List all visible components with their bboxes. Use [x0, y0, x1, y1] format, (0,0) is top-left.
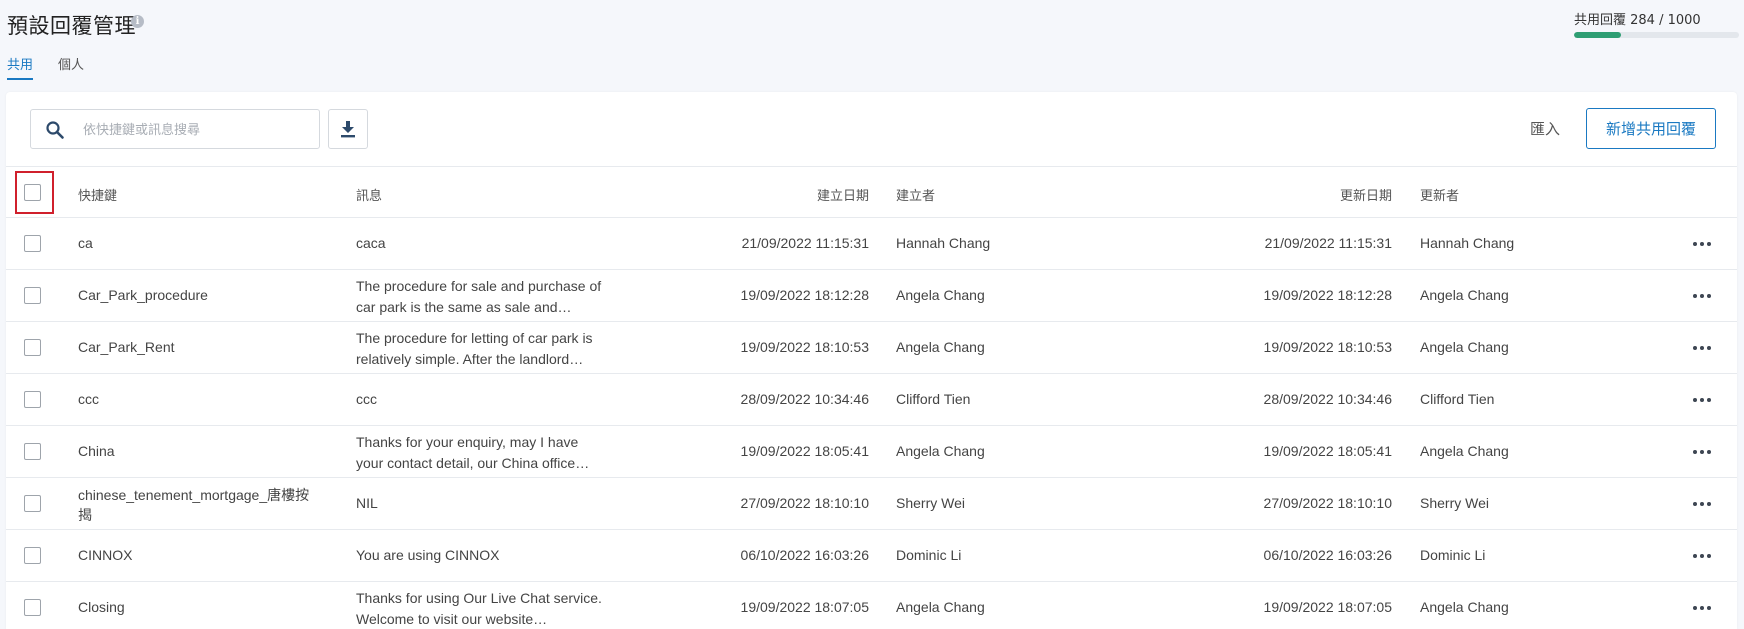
row-message: The procedure for letting of car park is… — [356, 330, 593, 367]
row-updater: Angela Chang — [1420, 287, 1509, 303]
row-created-date: 27/09/2022 18:10:10 — [740, 495, 869, 511]
download-icon — [341, 121, 355, 138]
row-updated-date: 27/09/2022 18:10:10 — [1263, 495, 1392, 511]
row-shortcut: Car_Park_procedure — [78, 287, 208, 303]
quota-progress-bar — [1574, 32, 1739, 38]
row-creator: Angela Chang — [896, 599, 985, 615]
row-updater: Dominic Li — [1420, 547, 1486, 563]
row-shortcut: chinese_tenement_mortgage_唐樓按揭 — [78, 487, 310, 523]
more-options-icon[interactable] — [1693, 294, 1713, 300]
page-title: 預設回覆管理 — [7, 14, 136, 38]
table-row[interactable]: Closing Thanks for using Our Live Chat s… — [6, 582, 1737, 629]
row-checkbox[interactable] — [24, 599, 41, 616]
replies-panel: 匯入 新增共用回覆 快捷鍵 訊息 建立日期 建立者 更新日期 更新者 ca ca… — [6, 92, 1737, 629]
row-checkbox[interactable] — [24, 547, 41, 564]
row-message: NIL — [356, 495, 378, 511]
quota-label: 共用回覆 284 / 1000 — [1574, 13, 1701, 28]
more-options-icon[interactable] — [1693, 346, 1713, 352]
table-header: 快捷鍵 訊息 建立日期 建立者 更新日期 更新者 — [6, 166, 1737, 218]
column-header-creator[interactable]: 建立者 — [896, 185, 935, 204]
more-options-icon[interactable] — [1693, 242, 1713, 248]
row-updater: Angela Chang — [1420, 599, 1509, 615]
row-created-date: 21/09/2022 11:15:31 — [741, 235, 869, 251]
add-shared-reply-button[interactable]: 新增共用回覆 — [1586, 108, 1716, 149]
table-row[interactable]: CINNOX You are using CINNOX 06/10/2022 1… — [6, 530, 1737, 582]
row-creator: Dominic Li — [896, 547, 962, 563]
row-creator: Clifford Tien — [896, 391, 971, 407]
table-row[interactable]: Car_Park_procedure The procedure for sal… — [6, 270, 1737, 322]
row-checkbox[interactable] — [24, 443, 41, 460]
column-header-updater[interactable]: 更新者 — [1420, 185, 1459, 204]
row-message: caca — [356, 235, 386, 251]
table-row[interactable]: ca caca 21/09/2022 11:15:31 Hannah Chang… — [6, 218, 1737, 270]
more-options-icon[interactable] — [1693, 502, 1713, 508]
info-icon[interactable]: i — [131, 15, 144, 28]
import-button[interactable]: 匯入 — [1530, 118, 1560, 139]
tab-personal[interactable]: 個人 — [58, 54, 84, 80]
column-header-shortcut[interactable]: 快捷鍵 — [78, 185, 117, 204]
row-shortcut: ca — [78, 235, 93, 251]
search-input[interactable] — [83, 119, 313, 141]
column-header-updated-date[interactable]: 更新日期 — [1106, 185, 1392, 204]
row-shortcut: CINNOX — [78, 547, 133, 563]
row-created-date: 19/09/2022 18:07:05 — [740, 599, 869, 615]
row-creator: Angela Chang — [896, 443, 985, 459]
row-updated-date: 19/09/2022 18:07:05 — [1263, 599, 1392, 615]
more-options-icon[interactable] — [1693, 450, 1713, 456]
row-updated-date: 06/10/2022 16:03:26 — [1263, 547, 1392, 563]
row-created-date: 19/09/2022 18:12:28 — [740, 287, 869, 303]
row-creator: Sherry Wei — [896, 495, 965, 511]
row-updater: Hannah Chang — [1420, 235, 1515, 251]
row-checkbox[interactable] — [24, 391, 41, 408]
row-message: Thanks for using Our Live Chat service. … — [356, 590, 602, 627]
tab-shared[interactable]: 共用 — [7, 54, 34, 80]
row-updater: Clifford Tien — [1420, 391, 1495, 407]
row-shortcut: Closing — [78, 599, 125, 615]
quota-indicator: 共用回覆 284 / 1000 — [1574, 9, 1739, 38]
row-checkbox[interactable] — [24, 235, 41, 252]
row-creator: Hannah Chang — [896, 235, 991, 251]
table-row[interactable]: China Thanks for your enquiry, may I hav… — [6, 426, 1737, 478]
row-shortcut: ccc — [78, 391, 99, 407]
row-updated-date: 19/09/2022 18:05:41 — [1263, 443, 1392, 459]
row-updater: Sherry Wei — [1420, 495, 1489, 511]
row-message: ccc — [356, 391, 377, 407]
row-updated-date: 21/09/2022 11:15:31 — [1264, 235, 1392, 251]
column-header-created-date[interactable]: 建立日期 — [606, 185, 869, 204]
row-checkbox[interactable] — [24, 495, 41, 512]
row-creator: Angela Chang — [896, 339, 985, 355]
more-options-icon[interactable] — [1693, 398, 1713, 404]
row-shortcut: Car_Park_Rent — [78, 339, 175, 355]
row-message: You are using CINNOX — [356, 547, 500, 563]
row-checkbox[interactable] — [24, 287, 41, 304]
download-button[interactable] — [328, 109, 368, 149]
row-message: Thanks for your enquiry, may I have your… — [356, 434, 590, 471]
row-created-date: 28/09/2022 10:34:46 — [740, 391, 869, 407]
more-options-icon[interactable] — [1693, 606, 1713, 612]
row-updated-date: 28/09/2022 10:34:46 — [1263, 391, 1392, 407]
row-updated-date: 19/09/2022 18:10:53 — [1263, 339, 1392, 355]
row-updater: Angela Chang — [1420, 443, 1509, 459]
row-message: The procedure for sale and purchase of c… — [356, 278, 602, 315]
row-updated-date: 19/09/2022 18:12:28 — [1263, 287, 1392, 303]
quota-progress-fill — [1574, 32, 1621, 38]
search-icon — [46, 121, 64, 139]
row-created-date: 06/10/2022 16:03:26 — [740, 547, 869, 563]
row-created-date: 19/09/2022 18:05:41 — [740, 443, 869, 459]
page-header: 預設回覆管理 i 共用 個人 共用回覆 284 / 1000 — [0, 0, 1744, 92]
search-box — [30, 109, 320, 149]
row-shortcut: China — [78, 443, 115, 459]
table-row[interactable]: ccc ccc 28/09/2022 10:34:46 Clifford Tie… — [6, 374, 1737, 426]
table-row[interactable]: Car_Park_Rent The procedure for letting … — [6, 322, 1737, 374]
column-header-message[interactable]: 訊息 — [356, 185, 382, 204]
row-updater: Angela Chang — [1420, 339, 1509, 355]
row-creator: Angela Chang — [896, 287, 985, 303]
more-options-icon[interactable] — [1693, 554, 1713, 560]
highlight-annotation — [15, 171, 54, 214]
row-created-date: 19/09/2022 18:10:53 — [740, 339, 869, 355]
table-row[interactable]: chinese_tenement_mortgage_唐樓按揭 NIL 27/09… — [6, 478, 1737, 530]
row-checkbox[interactable] — [24, 339, 41, 356]
